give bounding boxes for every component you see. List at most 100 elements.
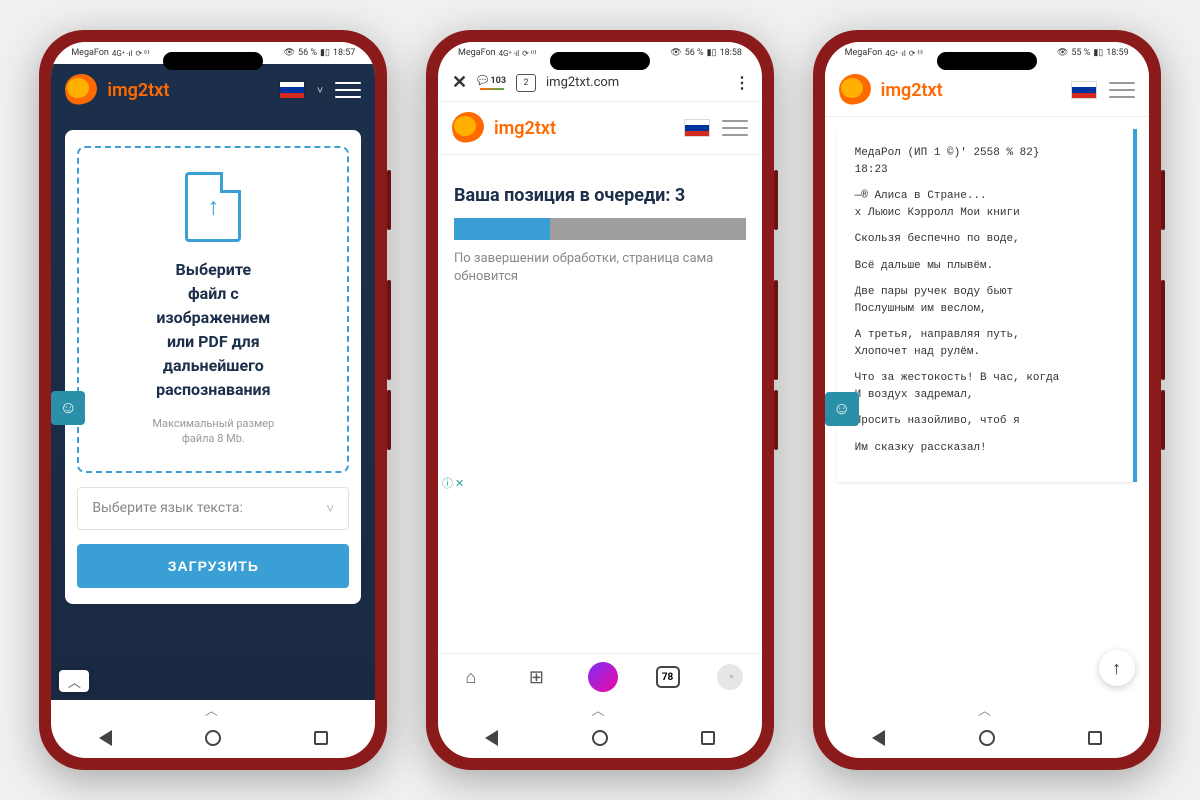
carrier-label: MegaFon [458, 48, 496, 58]
back-button[interactable] [868, 727, 890, 749]
clock-label: 18:57 [333, 48, 355, 58]
ocr-line: Просить назойливо, чтоб я [855, 413, 1115, 430]
carrier-label: MegaFon [845, 48, 883, 58]
apps-icon[interactable]: ⊞ [522, 663, 550, 691]
logo-icon [839, 74, 875, 106]
flag-icon[interactable] [684, 119, 710, 137]
flag-icon[interactable] [1071, 81, 1097, 99]
recents-button[interactable] [697, 727, 719, 749]
signal-icon: 4G⁺ ‧ıl [499, 49, 520, 58]
chevron-down-icon: ˅ [326, 500, 334, 517]
brand-name: img2txt [107, 80, 169, 101]
home-button[interactable] [589, 727, 611, 749]
signal-extra-icon: ⟳ ⁽ⁱ⁾ [135, 49, 149, 58]
android-navbar [825, 718, 1149, 758]
ocr-line: Скользя беспечно по воде, [855, 231, 1115, 248]
battery-label: 56 % [685, 48, 704, 58]
gesture-hint-icon: ︿ [438, 700, 762, 718]
battery-icon: ▮▯ [1093, 48, 1103, 58]
ocr-line: Две пары ручек воду бьют Послушным им ве… [855, 284, 1115, 317]
ocr-line: МедаРол (ИП 1 ©)' 2558 % 82} 18:23 [855, 145, 1115, 178]
battery-icon: ▮▯ [320, 48, 330, 58]
battery-icon: ▮▯ [707, 48, 717, 58]
main-content: Ваша позиция в очереди: 3 По завершении … [438, 155, 762, 653]
upload-text-line: дальнейшего [93, 354, 333, 378]
back-button[interactable] [94, 727, 116, 749]
eye-icon: 👁 [670, 48, 681, 58]
app-header: img2txt [825, 64, 1149, 117]
progress-fill [454, 218, 550, 240]
close-ad-icon[interactable]: ✕ [455, 477, 464, 490]
upload-text-line: Выберите [93, 258, 333, 282]
status-bar: MegaFon 4G⁺ ‧ıl ⟳ ⁽ⁱ⁾ 👁 55 % ▮▯ 18:59 [825, 42, 1149, 64]
signal-extra-icon: ⟳ ⁽ⁱ⁾ [909, 49, 923, 58]
app-header: img2txt [438, 102, 762, 155]
menu-button[interactable] [722, 120, 748, 136]
gesture-hint-icon: ︿ [51, 700, 375, 718]
select-placeholder: Выберите язык текста: [92, 500, 243, 516]
upload-sub-line: файла 8 Mb. [93, 431, 333, 446]
ocr-line: —® Алиса в Стране... х Льюис Кэрролл Мои… [855, 188, 1115, 221]
progress-bar [454, 218, 746, 240]
upload-dropzone[interactable]: ↑ Выберите файл с изображением или PDF д… [77, 146, 349, 473]
menu-button[interactable] [1109, 82, 1135, 98]
upload-text-line: файл с [93, 282, 333, 306]
gesture-hint-icon: ︿ [825, 700, 1149, 718]
upload-button[interactable]: ЗАГРУЗИТЬ [77, 544, 349, 588]
comments-indicator[interactable]: 💬 103 [477, 76, 506, 90]
status-bar: MegaFon 4G⁺ ‧ıl ⟳ ⁽ⁱ⁾ 👁 56 % ▮▯ 18:58 [438, 42, 762, 64]
clock-label: 18:58 [720, 48, 742, 58]
battery-label: 55 % [1071, 48, 1090, 58]
upload-sub-line: Максимальный размер [93, 416, 333, 431]
signal-extra-icon: ⟳ ⁽ⁱ⁾ [522, 49, 536, 58]
chat-widget-button[interactable]: ☺ [825, 392, 859, 426]
ad-marker[interactable]: ⓘ ✕ [442, 475, 464, 491]
clock-label: 18:59 [1106, 48, 1128, 58]
android-navbar [438, 718, 762, 758]
carrier-label: MegaFon [71, 48, 109, 58]
chevron-down-icon[interactable]: ˅ [317, 84, 323, 97]
home-button[interactable] [976, 727, 998, 749]
kebab-menu-button[interactable]: ⋮ [734, 73, 748, 92]
ocr-line: А третья, направляя путь, Хлопочет над р… [855, 327, 1115, 360]
eye-icon: 👁 [1057, 48, 1068, 58]
menu-button[interactable] [335, 82, 361, 98]
main-content: ↑ Выберите файл с изображением или PDF д… [51, 116, 375, 700]
recents-button[interactable] [1084, 727, 1106, 749]
upload-text-line: или PDF для [93, 330, 333, 354]
ocr-line: Что за жестокость! В час, когда И воздух… [855, 370, 1115, 403]
recents-button[interactable] [310, 727, 332, 749]
status-bar: MegaFon 4G⁺ ‧ıl ⟳ ⁽ⁱ⁾ 👁 56 % ▮▯ 18:57 [51, 42, 375, 64]
expand-button[interactable]: ︿ [59, 670, 89, 692]
phone-1: MegaFon 4G⁺ ‧ıl ⟳ ⁽ⁱ⁾ 👁 56 % ▮▯ 18:57 im… [39, 30, 387, 770]
close-button[interactable]: ✕ [452, 72, 467, 93]
upload-text-line: распознавания [93, 378, 333, 402]
brand-name: img2txt [881, 80, 943, 101]
tabs-count-button[interactable]: 78 [656, 666, 680, 688]
brand-logo[interactable]: img2txt [452, 112, 556, 144]
queue-title: Ваша позиция в очереди: 3 [454, 185, 746, 206]
ocr-line: Им сказку рассказал! [855, 440, 1115, 457]
profile-avatar-icon[interactable]: ◔ [717, 664, 743, 690]
logo-icon [452, 112, 488, 144]
app-header: img2txt ˅ [51, 64, 375, 116]
address-bar[interactable]: img2txt.com [546, 75, 724, 90]
brand-name: img2txt [494, 118, 556, 139]
signal-icon: 4G⁺ ‧ıl [885, 49, 906, 58]
ocr-line: Всё дальше мы плывём. [855, 258, 1115, 275]
scroll-to-top-button[interactable]: ↑ [1099, 650, 1135, 686]
upload-text-line: изображением [93, 306, 333, 330]
battery-label: 56 % [298, 48, 317, 58]
language-select[interactable]: Выберите язык текста: ˅ [77, 487, 349, 530]
home-icon[interactable]: ⌂ [457, 663, 485, 691]
phone-2: MegaFon 4G⁺ ‧ıl ⟳ ⁽ⁱ⁾ 👁 56 % ▮▯ 18:58 ✕ … [426, 30, 774, 770]
tabs-counter-icon[interactable]: 2 [516, 74, 536, 92]
ocr-result-text[interactable]: МедаРол (ИП 1 ©)' 2558 % 82} 18:23 —® Ал… [837, 129, 1137, 482]
brand-logo[interactable]: img2txt [839, 74, 943, 106]
home-button[interactable] [202, 727, 224, 749]
alice-assistant-icon[interactable] [588, 662, 618, 692]
back-button[interactable] [481, 727, 503, 749]
brand-logo[interactable]: img2txt [65, 74, 169, 106]
chat-widget-button[interactable]: ☺ [51, 391, 85, 425]
flag-icon[interactable] [279, 81, 305, 99]
